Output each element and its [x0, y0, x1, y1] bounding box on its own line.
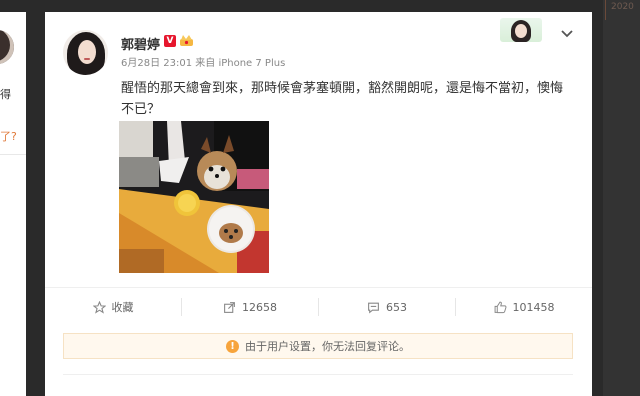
comment-icon [368, 302, 379, 314]
previous-post-card: 得 了? [0, 12, 26, 396]
user-card-thumbnail[interactable] [500, 18, 542, 42]
post-meta: 6月28日 23:01 来自 iPhone 7 Plus [121, 54, 285, 69]
chevron-down-icon[interactable] [560, 26, 574, 40]
bottom-divider [63, 374, 573, 375]
dog-photo-illustration [119, 121, 269, 273]
comment-button[interactable]: 653 [319, 288, 455, 326]
timeline-strip: 2020 [603, 0, 640, 396]
star-icon [92, 300, 106, 314]
divider [0, 154, 26, 155]
crown-icon [180, 35, 193, 46]
warning-icon: ! [226, 339, 239, 353]
like-button[interactable]: 101458 [456, 288, 592, 326]
post-timestamp[interactable]: 6月28日 23:01 [121, 58, 192, 69]
weibo-post-card: 郭碧婷 V 6月28日 23:01 来自 iPhone 7 Plus 醒悟的那天… [45, 12, 592, 396]
post-source: 来自 iPhone 7 Plus [195, 58, 286, 69]
username[interactable]: 郭碧婷 [121, 34, 160, 53]
notice-text: 由于用户设置，你无法回复评论。 [245, 340, 410, 353]
thumbs-up-icon [494, 301, 506, 313]
verified-badge: V [164, 35, 176, 47]
like-count: 101458 [512, 300, 555, 314]
post-text: 醒悟的那天總會到來，那時候會茅塞頓開，豁然開朗呢，還是悔不當初，懊悔不已？ [121, 81, 564, 117]
timeline-year[interactable]: 2020 [611, 2, 634, 12]
share-icon [224, 301, 235, 313]
repost-count: 12658 [242, 300, 277, 314]
previous-post-text: 得 [0, 88, 11, 101]
favorite-label: 收藏 [111, 301, 134, 314]
favorite-button[interactable]: 收藏 [45, 288, 181, 326]
user-avatar[interactable] [63, 30, 108, 75]
previous-post-link[interactable]: 了? [0, 128, 17, 144]
previous-post-avatar[interactable] [0, 30, 14, 64]
comment-count: 653 [386, 300, 407, 314]
post-action-bar: 收藏 12658 653 101458 [45, 288, 592, 326]
post-photo[interactable] [119, 121, 269, 273]
timeline-line [605, 0, 606, 20]
repost-button[interactable]: 12658 [182, 288, 318, 326]
comment-restriction-notice: ! 由于用户设置，你无法回复评论。 [63, 333, 573, 359]
